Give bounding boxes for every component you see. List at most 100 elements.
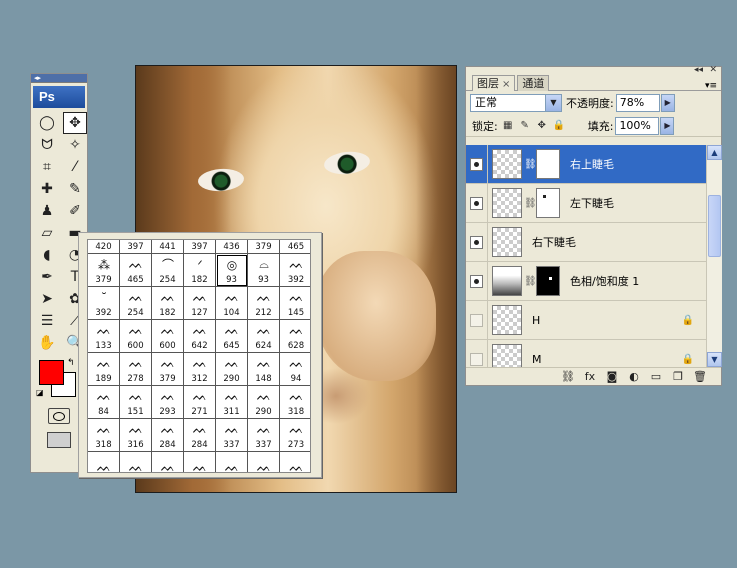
- healing-brush-icon[interactable]: ✚: [35, 178, 59, 200]
- brush-preset[interactable]: ᨓ 84: [88, 386, 120, 419]
- new-layer-icon[interactable]: ❐: [667, 370, 689, 383]
- tab-close-icon[interactable]: ×: [502, 79, 510, 90]
- layer-thumbnail[interactable]: [492, 188, 522, 218]
- toolbox-grip[interactable]: ◂▸: [31, 74, 87, 83]
- brush-preset[interactable]: 436: [216, 240, 248, 254]
- brush-preset[interactable]: ᨓ 148: [248, 353, 280, 386]
- default-colors-icon[interactable]: ◪: [36, 388, 44, 397]
- brush-preset[interactable]: ᨓ 104: [216, 287, 248, 320]
- layer-thumbnail[interactable]: [492, 305, 522, 335]
- brush-preset[interactable]: ᨓ 628: [280, 320, 310, 353]
- brush-preset[interactable]: ᨓ 127: [184, 287, 216, 320]
- crop-icon[interactable]: ⌗: [35, 156, 59, 178]
- brush-preset[interactable]: 379: [248, 240, 280, 254]
- blur-icon[interactable]: ◖: [35, 244, 59, 266]
- brush-preset[interactable]: ᨓ: [88, 452, 120, 472]
- blend-mode-select[interactable]: 正常 ▼: [470, 94, 562, 112]
- brush-preset[interactable]: ᨓ 337: [248, 419, 280, 452]
- lasso-icon[interactable]: ᗢ: [35, 134, 59, 156]
- fill-slider-arrow-icon[interactable]: ▶: [660, 116, 675, 135]
- brush-preset[interactable]: ᨓ 278: [120, 353, 152, 386]
- brush-preset[interactable]: 397: [184, 240, 216, 254]
- brush-preset[interactable]: ⁂ 379: [88, 254, 120, 287]
- brush-preset[interactable]: ᨓ 312: [184, 353, 216, 386]
- lock-all-icon[interactable]: 🔒: [552, 120, 566, 131]
- brush-preset[interactable]: ᨓ: [120, 452, 152, 472]
- brush-preset[interactable]: ᨓ 318: [280, 386, 310, 419]
- brush-preset[interactable]: ᨓ: [248, 452, 280, 472]
- lock-pixels-icon[interactable]: ✎: [518, 120, 532, 131]
- opacity-slider-arrow-icon[interactable]: ▶: [660, 94, 675, 112]
- layer-thumbnail[interactable]: [492, 266, 522, 296]
- brush-preset[interactable]: ᨓ 284: [152, 419, 184, 452]
- brush-preset[interactable]: ᨓ 290: [216, 353, 248, 386]
- tab-channels[interactable]: 通道: [517, 75, 550, 91]
- layer-mask-thumbnail[interactable]: [536, 188, 560, 218]
- new-group-icon[interactable]: ▭: [645, 370, 667, 383]
- brush-preset[interactable]: ᨓ 151: [120, 386, 152, 419]
- scroll-up-icon[interactable]: ▲: [707, 145, 722, 160]
- brush-preset[interactable]: ᨓ 273: [280, 419, 310, 452]
- layer-visibility-toggle[interactable]: [466, 222, 488, 262]
- lock-position-icon[interactable]: ✥: [535, 120, 549, 131]
- layer-visibility-toggle[interactable]: [466, 183, 488, 223]
- tab-layers[interactable]: 图层 ×: [472, 75, 516, 91]
- brush-preset[interactable]: ᨓ 316: [120, 419, 152, 452]
- close-panel-icon[interactable]: ✕: [709, 65, 717, 75]
- brush-preset[interactable]: ᨓ 284: [184, 419, 216, 452]
- brush-preset[interactable]: ᨓ: [184, 452, 216, 472]
- brush-preset[interactable]: ᨓ: [152, 452, 184, 472]
- layer-thumbnail[interactable]: [492, 344, 522, 367]
- collapse-panel-icon[interactable]: ◂◂: [694, 65, 703, 75]
- slice-icon[interactable]: ⁄: [63, 156, 87, 178]
- brush-preset[interactable]: ᨓ 600: [152, 320, 184, 353]
- fill-input[interactable]: 100%: [615, 116, 660, 135]
- layer-thumbnail[interactable]: [492, 227, 522, 257]
- brush-preset[interactable]: ◎ 93: [216, 254, 248, 287]
- chevron-down-icon[interactable]: ▼: [545, 95, 561, 111]
- layer-row[interactable]: ⛓ 左下睫毛: [466, 183, 706, 223]
- pen-icon[interactable]: ✒: [35, 266, 59, 288]
- brush-preset[interactable]: ᨓ 465: [120, 254, 152, 287]
- notes-icon[interactable]: ☰: [35, 310, 59, 332]
- brush-preset[interactable]: ᨓ 133: [88, 320, 120, 353]
- eraser-icon[interactable]: ▱: [35, 222, 59, 244]
- lock-transparency-icon[interactable]: ▦: [501, 120, 515, 131]
- clone-stamp-icon[interactable]: ♟: [35, 200, 59, 222]
- brush-preset[interactable]: ᨓ 642: [184, 320, 216, 353]
- quick-mask-button[interactable]: [48, 408, 70, 424]
- brush-preset[interactable]: ᨓ 145: [280, 287, 310, 320]
- layer-row[interactable]: H 🔒: [466, 300, 706, 340]
- marquee-icon[interactable]: ◯: [35, 112, 59, 134]
- layer-visibility-toggle[interactable]: [466, 145, 488, 184]
- brush-preset[interactable]: ᨓ 379: [152, 353, 184, 386]
- move-icon[interactable]: ✥: [63, 112, 87, 134]
- brush-preset[interactable]: ᨓ 645: [216, 320, 248, 353]
- brush-preset[interactable]: 465: [280, 240, 310, 254]
- brush-preset[interactable]: ᨓ: [216, 452, 248, 472]
- brush-preset[interactable]: ᨓ 624: [248, 320, 280, 353]
- panel-menu-icon[interactable]: ▾≡: [705, 81, 717, 91]
- brush-preset[interactable]: ⌓ 93: [248, 254, 280, 287]
- layer-row[interactable]: M 🔒: [466, 339, 706, 367]
- add-mask-icon[interactable]: ◙: [601, 370, 623, 383]
- scroll-thumb[interactable]: [708, 195, 721, 257]
- layer-visibility-toggle[interactable]: [466, 300, 488, 340]
- brush-preset[interactable]: ᨓ 600: [120, 320, 152, 353]
- layer-visibility-toggle[interactable]: [466, 261, 488, 301]
- brush-preset[interactable]: ˘ 392: [88, 287, 120, 320]
- mask-link-icon[interactable]: ⛓: [524, 276, 537, 287]
- hand-icon[interactable]: ✋: [35, 332, 59, 354]
- swap-colors-icon[interactable]: ↰: [67, 358, 75, 368]
- opacity-input[interactable]: 78%: [615, 94, 660, 112]
- magic-wand-icon[interactable]: ✧: [63, 134, 87, 156]
- adjustment-layer-icon[interactable]: ◐: [623, 370, 645, 383]
- layer-visibility-toggle[interactable]: [466, 339, 488, 367]
- layers-scrollbar[interactable]: ▲ ▼: [706, 145, 722, 367]
- screen-mode-button[interactable]: [47, 432, 71, 448]
- path-selection-icon[interactable]: ➤: [35, 288, 59, 310]
- brush-preset[interactable]: ᨓ: [280, 452, 310, 472]
- scroll-down-icon[interactable]: ▼: [707, 352, 722, 367]
- brush-preset[interactable]: ᨓ 271: [184, 386, 216, 419]
- link-layers-icon[interactable]: ⛓: [557, 370, 579, 383]
